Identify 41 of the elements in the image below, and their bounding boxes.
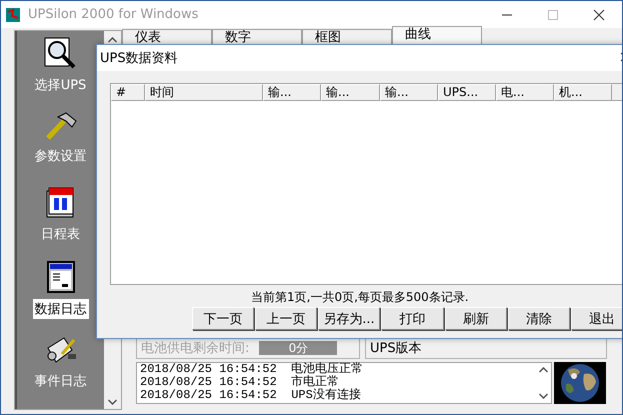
battery-time-field: 0分 — [259, 340, 338, 354]
column-header[interactable]: 时间 — [145, 84, 263, 101]
scroll-up-icon[interactable] — [538, 367, 548, 373]
log-entry: 2018/08/25 16:54:52 UPS没有连接 — [140, 389, 361, 402]
tab[interactable]: 数字 — [212, 29, 302, 44]
column-header[interactable]: 电... — [496, 84, 554, 101]
column-header[interactable]: UPS... — [438, 84, 496, 101]
close-icon[interactable] — [593, 8, 605, 20]
sidebar-item[interactable]: 事件日志 — [32, 371, 88, 392]
scroll-down-icon[interactable] — [108, 399, 117, 405]
sidebar-item[interactable]: 参数设置 — [32, 146, 88, 166]
minimize-icon[interactable] — [502, 14, 512, 16]
hammer-icon — [44, 110, 78, 141]
dialog-button[interactable]: 另存为... — [318, 307, 380, 330]
app-icon — [6, 8, 20, 22]
column-header[interactable]: 机... — [554, 84, 612, 101]
dialog-button[interactable]: 退出 — [571, 307, 622, 330]
scroll-up-icon[interactable] — [108, 37, 117, 43]
dialog-button[interactable]: 上一页 — [255, 307, 317, 330]
magnifier-icon — [43, 36, 78, 70]
column-header[interactable]: 输... — [263, 84, 321, 101]
sidebar-item[interactable]: 数据日志 — [32, 298, 88, 319]
tab[interactable]: 框图 — [302, 29, 392, 44]
dialog-button[interactable]: 刷新 — [445, 307, 507, 330]
column-header[interactable]: 输... — [321, 84, 380, 101]
column-header[interactable]: 输... — [380, 84, 438, 101]
dialog-button[interactable]: 下一页 — [192, 307, 254, 330]
tab[interactable]: 曲线 — [392, 26, 482, 44]
sidebar-item[interactable]: 日程表 — [39, 224, 82, 244]
dialog-title: UPS数据资料 — [100, 50, 179, 67]
sidebar-item[interactable]: 选择UPS — [32, 75, 88, 95]
dialog-button[interactable]: 清除 — [508, 307, 570, 330]
log-entry: 2018/08/25 16:54:52 市电正常 — [140, 376, 340, 389]
window-title: UPSilon 2000 for Windows — [28, 7, 200, 22]
column-header[interactable]: # — [111, 84, 145, 101]
battery-time-label: 电池供电剩余时间: — [141, 340, 250, 356]
scroll-down-icon[interactable] — [538, 393, 548, 399]
log-entry: 2018/08/25 16:54:52 电池电压正常 — [140, 363, 364, 376]
tab[interactable]: 仪表 — [122, 29, 212, 44]
dialog-button[interactable]: 打印 — [381, 307, 444, 330]
page-info-text: 当前第1页,一共0页,每页最多500条记录. — [251, 289, 470, 306]
